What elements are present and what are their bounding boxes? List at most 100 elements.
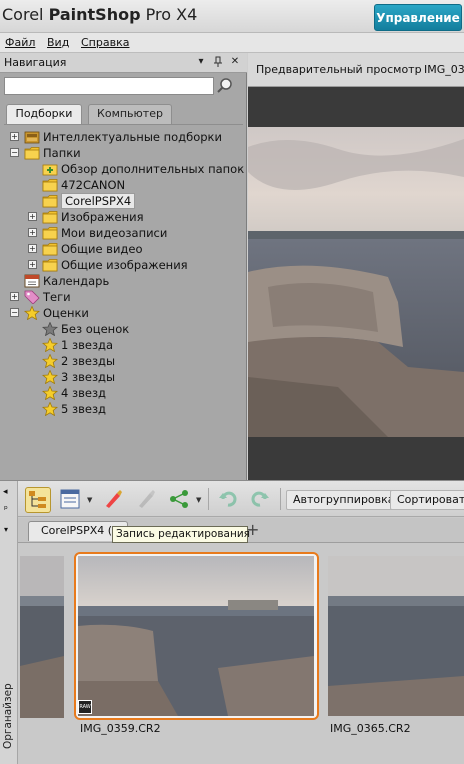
tree-item[interactable]: 3 звезды	[4, 369, 239, 385]
star-icon	[41, 401, 59, 417]
calendar-icon	[24, 274, 40, 288]
tree-item[interactable]: + Интеллектуальные подборки	[4, 129, 239, 145]
tree-item[interactable]: Обзор дополнительных папок	[4, 161, 244, 177]
manage-tab[interactable]: Управление	[374, 4, 462, 31]
search-icon[interactable]	[216, 76, 234, 95]
organizer-sidebar: ◂ ᵖ ▾ Органайзер	[0, 481, 18, 764]
navigation-panel: Навигация ▾ ✕ Подборки Компьютер + Интелл…	[0, 53, 247, 480]
navigation-tree: + Интеллектуальные подборки − Папки Обзор до…	[4, 124, 244, 476]
tree-item[interactable]: Календарь	[4, 273, 239, 289]
chevron-down-icon[interactable]: ▼	[87, 496, 92, 504]
tree-item-label: Изображения	[61, 210, 144, 224]
tree-item-label: Оценки	[43, 306, 89, 320]
tree-item[interactable]: + Теги	[4, 289, 239, 305]
tab-computer[interactable]: Компьютер	[88, 104, 172, 124]
share-icon	[170, 490, 188, 508]
tree-item[interactable]: + Изображения	[4, 209, 239, 225]
tree-item[interactable]: 2 звезды	[4, 353, 239, 369]
star-icon	[41, 337, 59, 353]
app-title-suffix: Pro X4	[140, 5, 198, 24]
tag-icon	[24, 290, 40, 305]
tree-item[interactable]: + Общие видео	[4, 241, 239, 257]
app-title-brand: PaintShop	[48, 5, 141, 24]
tree-item[interactable]: Без оценок	[4, 321, 239, 337]
collapse-icon[interactable]: −	[10, 308, 19, 317]
tree-item-label: 1 звезда	[61, 338, 114, 352]
folder-icon	[42, 258, 58, 272]
preview-filename: IMG_0359	[424, 63, 464, 76]
star-icon	[41, 385, 59, 401]
navigation-toggle-button[interactable]	[25, 487, 51, 513]
tree-item-label: Теги	[43, 290, 71, 304]
expand-icon[interactable]: +	[28, 260, 37, 269]
expand-icon[interactable]: +	[10, 292, 19, 301]
preview-header: Предварительный просмотр IMG_0359	[248, 53, 464, 87]
tooltip: Запись редактирования	[112, 526, 250, 543]
tree-item-label: 5 звезд	[61, 402, 107, 416]
expand-icon[interactable]: +	[28, 228, 37, 237]
collapse-icon[interactable]: −	[10, 148, 19, 157]
panel-menu-icon[interactable]: ▾	[194, 55, 208, 69]
list-icon	[60, 489, 80, 509]
pin-icon[interactable]: ᵖ	[4, 505, 8, 515]
thumbnail-photo[interactable]	[328, 556, 464, 716]
tree-item[interactable]: − Оценки	[4, 305, 239, 321]
rotate-left-button[interactable]	[216, 487, 242, 513]
tree-item-label: 4 звезд	[61, 386, 107, 400]
tree-item-label: Обзор дополнительных папок	[61, 162, 245, 176]
tree-item-label: 3 звезды	[61, 370, 116, 384]
thumbnail-photo[interactable]	[78, 556, 314, 716]
raw-badge: RAW	[78, 700, 92, 714]
tree-item-label: Общие видео	[61, 242, 143, 256]
chevron-down-icon[interactable]: ▼	[196, 496, 201, 504]
tree-item-label: CorelPSPX4	[61, 193, 136, 209]
brush-disabled-button[interactable]	[134, 487, 160, 513]
paintshop-window: Corel PaintShop Pro X4 Управление Файл В…	[0, 0, 464, 764]
tree-item[interactable]: − Папки	[4, 145, 239, 161]
menu-file[interactable]: Файл	[5, 36, 35, 49]
rotate-right-button[interactable]	[248, 487, 274, 513]
tree-item-label: Календарь	[43, 274, 110, 288]
menu-view[interactable]: Вид	[47, 36, 69, 49]
folder-icon	[42, 242, 58, 256]
tree-item[interactable]: + Общие изображения	[4, 257, 239, 273]
tree-item[interactable]: 472CANON	[4, 177, 239, 193]
chevron-down-icon[interactable]: ▾	[4, 525, 8, 534]
edit-history-button[interactable]	[101, 487, 127, 513]
app-title: Corel PaintShop Pro X4	[2, 5, 197, 24]
rotate-left-icon	[219, 491, 237, 507]
share-button[interactable]	[167, 487, 193, 513]
search-input[interactable]	[4, 77, 214, 95]
tree-item[interactable]: 5 звезд	[4, 401, 239, 417]
menu-bar: Файл Вид Справка	[0, 33, 464, 53]
sort-button[interactable]: Сортировать	[390, 490, 464, 510]
close-icon[interactable]: ✕	[228, 55, 242, 69]
tree-item[interactable]: + Мои видеозаписи	[4, 225, 239, 241]
star-gray-icon	[41, 321, 59, 337]
star-icon	[41, 353, 59, 369]
tree-item-label: Папки	[43, 146, 81, 160]
tree-item-label: 472CANON	[61, 178, 126, 192]
details-view-button[interactable]	[58, 487, 84, 513]
expand-icon[interactable]: +	[28, 212, 37, 221]
menu-help[interactable]: Справка	[81, 36, 129, 49]
tree-item[interactable]: CorelPSPX4	[4, 193, 239, 209]
tree-item-label: Без оценок	[61, 322, 130, 336]
folder-icon	[42, 210, 58, 224]
pin-icon[interactable]	[211, 55, 225, 69]
tab-collections[interactable]: Подборки	[6, 104, 82, 124]
tree-item[interactable]: 4 звезд	[4, 385, 239, 401]
app-title-prefix: Corel	[2, 5, 49, 24]
tree-view-icon	[29, 491, 46, 508]
tree-item[interactable]: 1 звезда	[4, 337, 239, 353]
thumbnail-photo[interactable]	[20, 556, 64, 718]
star-icon	[41, 369, 59, 385]
navigation-header: Навигация ▾ ✕	[0, 53, 247, 73]
autogroup-button[interactable]: Автогруппировка	[286, 490, 402, 510]
panel-menu-icon[interactable]: ◂	[3, 487, 8, 497]
expand-icon[interactable]: +	[28, 244, 37, 253]
rotate-right-icon	[251, 491, 269, 507]
brush-icon	[139, 490, 155, 508]
expand-icon[interactable]: +	[10, 132, 19, 141]
thumbnail-label: IMG_0359.CR2	[80, 722, 161, 735]
